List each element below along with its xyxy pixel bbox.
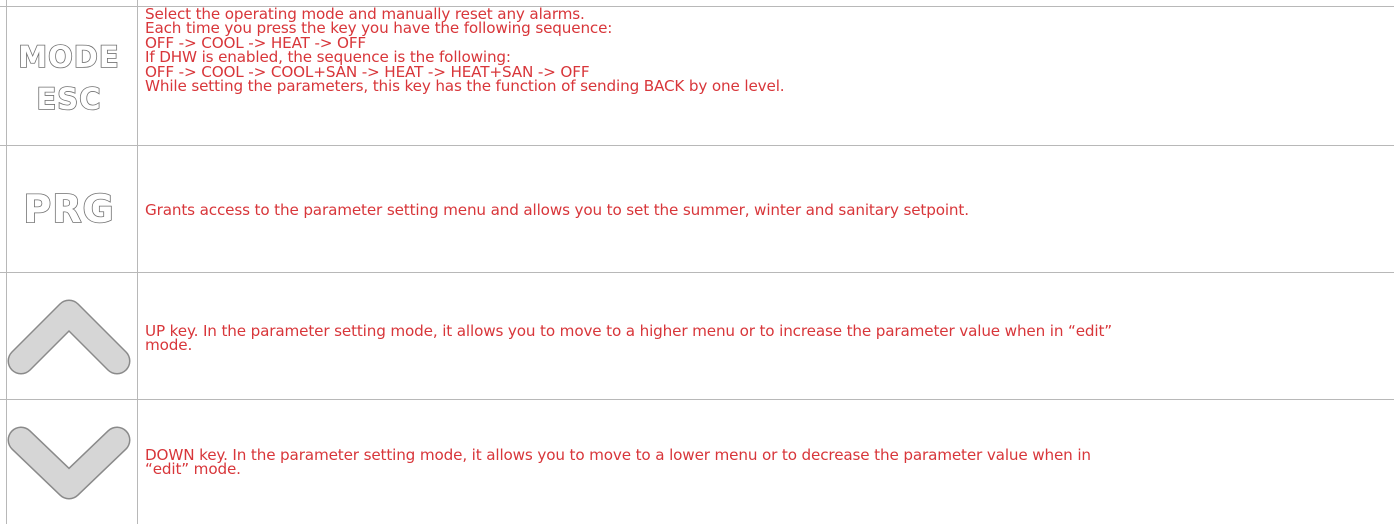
up-description: UP key. In the parameter setting mode, i… [145,322,1390,355]
down-key-icon [0,400,137,524]
description-line: UP key. In the parameter setting mode, i… [145,322,1112,340]
up-key-icon [0,273,137,399]
description-line: While setting the parameters, this key h… [145,77,785,96]
row-divider [0,399,1394,400]
prg-key-label: PRG [23,187,114,231]
column-divider [137,0,138,524]
description-line: Grants access to the parameter setting m… [145,201,969,219]
chevron-up-icon [7,299,130,375]
row-divider [0,145,1394,146]
down-description: DOWN key. In the parameter setting mode,… [145,446,1390,479]
esc-key-label: ESC [36,82,101,116]
mode-esc-description: Select the operating mode and manually r… [145,6,1390,96]
mode-key-label: MODE [18,40,119,74]
chevron-down-icon [7,426,130,500]
description-line: DOWN key. In the parameter setting mode,… [145,446,1091,464]
prg-description: Grants access to the parameter setting m… [145,201,1390,219]
mode-esc-key-icon: MODE ESC [0,6,137,145]
key-description-table: MODE ESC Select the operating mode and m… [0,0,1394,524]
prg-key-icon: PRG [0,146,137,272]
description-line: “edit” mode. [145,460,241,479]
mode-esc-key-graphic: MODE ESC [17,39,119,117]
description-line: mode. [145,336,193,355]
row-divider [0,272,1394,273]
prg-key-graphic: PRG [22,186,114,232]
